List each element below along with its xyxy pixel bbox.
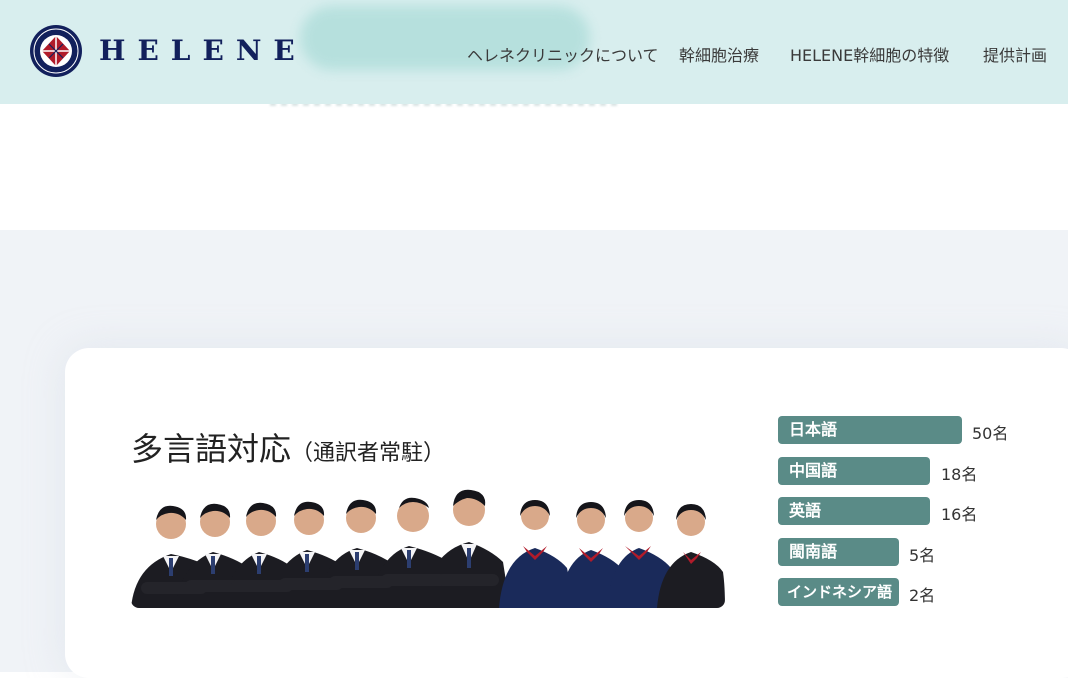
language-count: 5名 <box>909 546 936 565</box>
language-count: 18名 <box>941 465 978 484</box>
language-bar: 閩南語 <box>778 538 899 566</box>
language-bar: インドネシア語 <box>778 578 899 606</box>
language-count: 50名 <box>972 424 1009 443</box>
staff-group-photo <box>131 489 725 608</box>
language-bar: 中国語 <box>778 457 930 485</box>
nav-item-about[interactable]: ヘレネクリニックについて <box>467 42 659 66</box>
nav-item-plan[interactable]: 提供計画 <box>983 42 1047 66</box>
language-count: 2名 <box>909 586 936 605</box>
section-title-sub: （通訳者常駐） <box>291 441 446 466</box>
language-bar: 英語 <box>778 497 930 525</box>
language-bar: 日本語 <box>778 416 962 444</box>
nav-item-stem-cell-therapy[interactable]: 幹細胞治療 <box>679 42 759 66</box>
nav-item-features[interactable]: HELENE幹細胞の特徴 <box>790 42 949 66</box>
section-title-main: 多言語対応 <box>131 430 292 468</box>
site-header: HELENE ヘレネクリニックについて 幹細胞治療 HELENE幹細胞の特徴 提… <box>0 0 1068 104</box>
section-title: 多言語対応（通訳者常駐） <box>131 424 445 470</box>
language-count: 16名 <box>941 505 978 524</box>
main-nav: ヘレネクリニックについて 幹細胞治療 HELENE幹細胞の特徴 提供計画 <box>0 42 1068 66</box>
white-band <box>0 104 1068 230</box>
